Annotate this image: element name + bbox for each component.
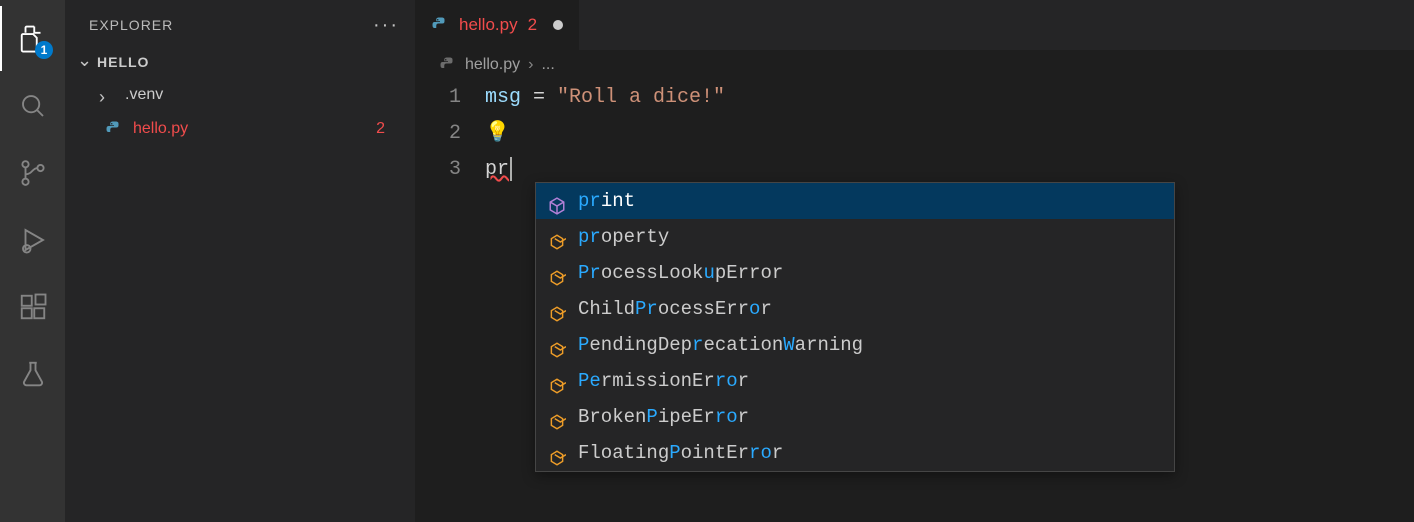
folder-header[interactable]: HELLO: [65, 50, 415, 74]
breadcrumb[interactable]: hello.py › ...: [415, 50, 1414, 80]
activity-bar: 1: [0, 0, 65, 522]
breadcrumb-rest: ...: [541, 56, 554, 74]
line-number-gutter: 1 2 3: [425, 80, 485, 188]
tab-error-count: 2: [528, 15, 537, 35]
tab-hello[interactable]: hello.py 2: [415, 0, 580, 50]
class-icon: [548, 300, 566, 318]
editor-area: hello.py 2 hello.py › ... 1 2 3 msg = "R…: [415, 0, 1414, 522]
search-icon[interactable]: [0, 73, 65, 138]
autocomplete-label: FloatingPointError: [578, 435, 783, 471]
autocomplete-label: print: [578, 183, 635, 219]
error-count: 2: [376, 120, 405, 138]
class-icon: [548, 336, 566, 354]
line-number: 1: [425, 80, 461, 116]
code-editor[interactable]: 1 2 3 msg = "Roll a dice!" 💡 pr printpro…: [415, 80, 1414, 188]
class-icon: [548, 444, 566, 462]
text-cursor: [510, 157, 512, 181]
autocomplete-item[interactable]: BrokenPipeError: [536, 399, 1174, 435]
autocomplete-label: ChildProcessError: [578, 291, 772, 327]
autocomplete-label: BrokenPipeError: [578, 399, 749, 435]
file-tree: .venv hello.py 2: [65, 74, 415, 146]
autocomplete-item[interactable]: property: [536, 219, 1174, 255]
class-icon: [548, 228, 566, 246]
line-number: 2: [425, 116, 461, 152]
autocomplete-item[interactable]: print: [536, 183, 1174, 219]
method-icon: [548, 192, 566, 210]
chevron-down-icon: [77, 54, 93, 70]
lightbulb-icon[interactable]: 💡: [485, 122, 510, 145]
autocomplete-label: PermissionError: [578, 363, 749, 399]
tab-bar: hello.py 2: [415, 0, 1414, 50]
class-icon: [548, 372, 566, 390]
dirty-indicator-icon: [553, 20, 563, 30]
autocomplete-label: PendingDeprecationWarning: [578, 327, 863, 363]
autocomplete-item[interactable]: PermissionError: [536, 363, 1174, 399]
line-number: 3: [425, 152, 461, 188]
testing-icon[interactable]: [0, 341, 65, 406]
tree-item-label: hello.py: [133, 120, 188, 138]
tree-folder-venv[interactable]: .venv: [65, 78, 415, 112]
python-file-icon: [439, 56, 457, 74]
code-line-2: 💡: [485, 116, 1414, 152]
autocomplete-item[interactable]: FloatingPointError: [536, 435, 1174, 471]
sidebar-title: EXPLORER: [89, 17, 173, 33]
tree-file-hello[interactable]: hello.py 2: [65, 112, 415, 146]
autocomplete-item[interactable]: PendingDeprecationWarning: [536, 327, 1174, 363]
chevron-right-icon: [99, 87, 115, 103]
autocomplete-popup: printpropertyProcessLookupErrorChildProc…: [535, 182, 1175, 472]
code-line-1: msg = "Roll a dice!": [485, 80, 1414, 116]
autocomplete-label: property: [578, 219, 669, 255]
extensions-icon[interactable]: [0, 274, 65, 339]
autocomplete-item[interactable]: ChildProcessError: [536, 291, 1174, 327]
sidebar-more-icon[interactable]: ···: [373, 14, 399, 37]
autocomplete-label: ProcessLookupError: [578, 255, 783, 291]
tree-item-label: .venv: [125, 86, 163, 104]
breadcrumb-file: hello.py: [465, 56, 520, 74]
autocomplete-item[interactable]: ProcessLookupError: [536, 255, 1174, 291]
python-file-icon: [105, 120, 123, 138]
python-file-icon: [431, 16, 449, 34]
tab-label: hello.py: [459, 15, 518, 35]
explorer-badge: 1: [35, 41, 53, 59]
source-control-icon[interactable]: [0, 140, 65, 205]
sidebar: EXPLORER ··· HELLO .venv hello.py 2: [65, 0, 415, 522]
breadcrumb-separator: ›: [528, 56, 533, 74]
run-debug-icon[interactable]: [0, 207, 65, 272]
folder-name: HELLO: [97, 54, 149, 70]
class-icon: [548, 264, 566, 282]
class-icon: [548, 408, 566, 426]
explorer-icon[interactable]: 1: [0, 6, 65, 71]
